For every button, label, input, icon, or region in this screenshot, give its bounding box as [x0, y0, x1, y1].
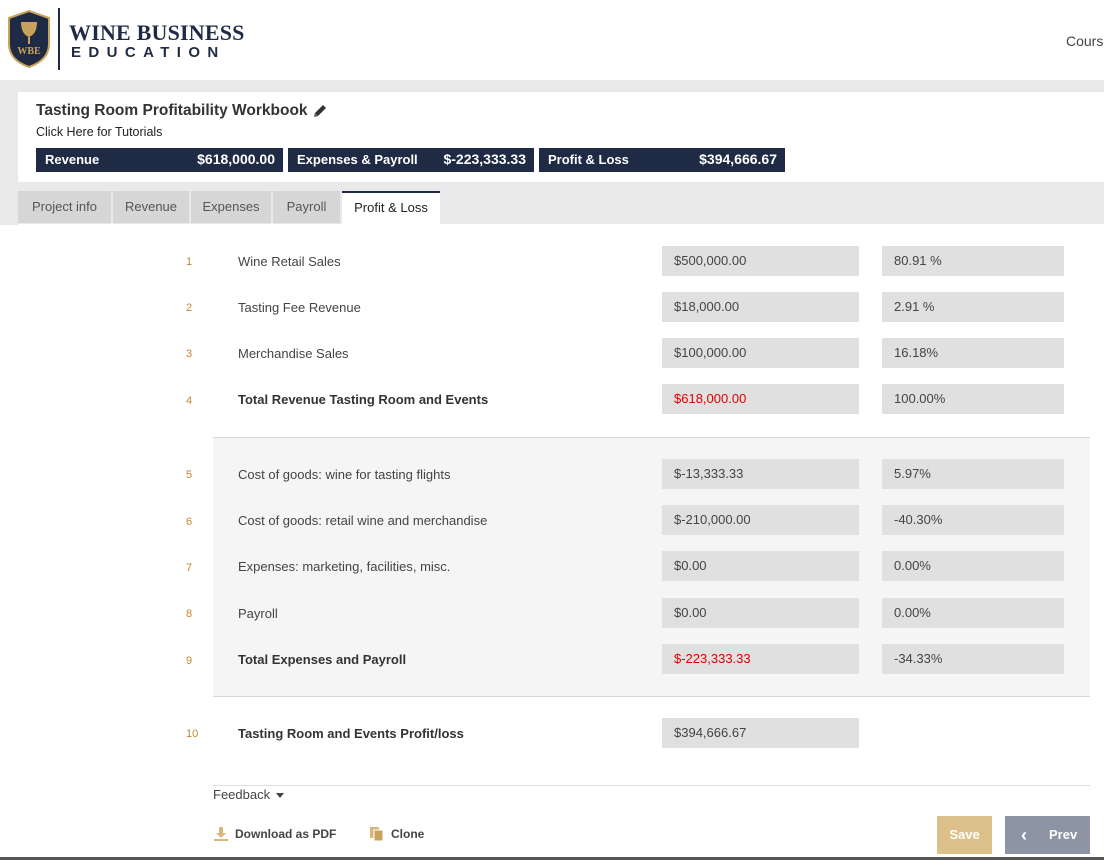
percent-field: 0.00%: [882, 598, 1064, 628]
tab-profit-loss[interactable]: Profit & Loss: [342, 191, 440, 224]
tab-expenses[interactable]: Expenses: [191, 191, 271, 223]
percent-field: 0.00%: [882, 551, 1064, 581]
tutorials-link[interactable]: Click Here for Tutorials: [36, 125, 162, 139]
row-label: Cost of goods: retail wine and merchandi…: [238, 513, 488, 528]
row-label: Merchandise Sales: [238, 346, 349, 361]
site-header: WBE WINE BUSINESS EDUCATION Courses: [0, 0, 1104, 80]
workbook-title: Tasting Room Profitability Workbook: [36, 102, 308, 119]
total-expenses-amount: $-223,333.33: [662, 644, 859, 674]
pencil-edit-icon[interactable]: [312, 103, 328, 119]
prev-label: Prev: [1049, 827, 1078, 842]
row-number: 6: [186, 516, 193, 528]
amount-field: $100,000.00: [662, 338, 859, 368]
prev-button[interactable]: ‹ Prev: [1005, 816, 1090, 854]
amount-field: $18,000.00: [662, 292, 859, 322]
row-label: Wine Retail Sales: [238, 254, 341, 269]
row-label: Cost of goods: wine for tasting flights: [238, 467, 451, 482]
footer-divider: [213, 785, 1090, 786]
row-number: 2: [186, 302, 193, 314]
summary-revenue-label: Revenue: [45, 152, 100, 167]
profit-loss-amount: $394,666.67: [662, 718, 859, 748]
row-label: Payroll: [238, 606, 278, 621]
feedback-label: Feedback: [213, 787, 271, 802]
caret-down-icon: [276, 793, 285, 799]
row-label: Tasting Fee Revenue: [238, 300, 361, 315]
row-label: Tasting Room and Events Profit/loss: [238, 726, 464, 741]
total-revenue-amount: $618,000.00: [662, 384, 859, 414]
clone-label: Clone: [391, 827, 425, 841]
download-icon: [214, 827, 228, 841]
row-number: 3: [186, 348, 193, 360]
summary-profit-loss-label: Profit & Loss: [548, 152, 629, 167]
amount-field: $0.00: [662, 551, 859, 581]
tab-project-info[interactable]: Project info: [18, 191, 111, 223]
row-number: 9: [186, 655, 193, 667]
percent-field: 5.97%: [882, 459, 1064, 489]
wbe-shield-logo-icon[interactable]: WBE: [8, 10, 50, 68]
summary-expenses: Expenses & Payroll $-223,333.33: [288, 148, 534, 172]
brand-subtitle[interactable]: EDUCATION: [71, 44, 226, 61]
summary-revenue-value: $618,000.00: [197, 151, 275, 167]
percent-field: 80.91 %: [882, 246, 1064, 276]
amount-field: $0.00: [662, 598, 859, 628]
percent-field: 16.18%: [882, 338, 1064, 368]
feedback-dropdown[interactable]: Feedback: [213, 787, 285, 802]
percent-field: 100.00%: [882, 384, 1064, 414]
tab-payroll[interactable]: Payroll: [273, 191, 340, 223]
percent-field: -34.33%: [882, 644, 1064, 674]
svg-text:WBE: WBE: [17, 46, 41, 57]
summary-expenses-value: $-223,333.33: [443, 151, 526, 167]
download-pdf-button[interactable]: Download as PDF: [214, 827, 337, 841]
nav-courses-link[interactable]: Courses: [1066, 33, 1104, 49]
download-pdf-label: Download as PDF: [235, 827, 337, 841]
row-number: 8: [186, 608, 193, 620]
brand-title[interactable]: WINE BUSINESS: [69, 20, 245, 46]
summary-expenses-label: Expenses & Payroll: [297, 152, 418, 167]
save-button[interactable]: Save: [937, 816, 992, 854]
tab-revenue[interactable]: Revenue: [113, 191, 189, 223]
row-label: Expenses: marketing, facilities, misc.: [238, 559, 451, 574]
summary-profit-loss-value: $394,666.67: [699, 151, 777, 167]
row-number: 1: [186, 256, 193, 268]
workbook-header-card: Tasting Room Profitability Workbook Clic…: [18, 92, 1104, 182]
percent-field: 2.91 %: [882, 292, 1064, 322]
row-number: 10: [186, 728, 199, 740]
summary-profit-loss: Profit & Loss $394,666.67: [539, 148, 785, 172]
logo-divider: [58, 8, 60, 70]
amount-field: $-13,333.33: [662, 459, 859, 489]
chevron-left-icon: ‹: [1021, 825, 1027, 845]
row-number: 4: [186, 395, 193, 407]
amount-field: $-210,000.00: [662, 505, 859, 535]
amount-field: $500,000.00: [662, 246, 859, 276]
clone-button[interactable]: Clone: [370, 827, 425, 842]
row-label: Total Expenses and Payroll: [238, 652, 407, 667]
percent-field: -40.30%: [882, 505, 1064, 535]
row-label: Total Revenue Tasting Room and Events: [238, 392, 489, 407]
summary-revenue: Revenue $618,000.00: [36, 148, 283, 172]
copy-icon: [370, 827, 384, 842]
row-number: 5: [186, 469, 193, 481]
row-number: 7: [186, 562, 193, 574]
